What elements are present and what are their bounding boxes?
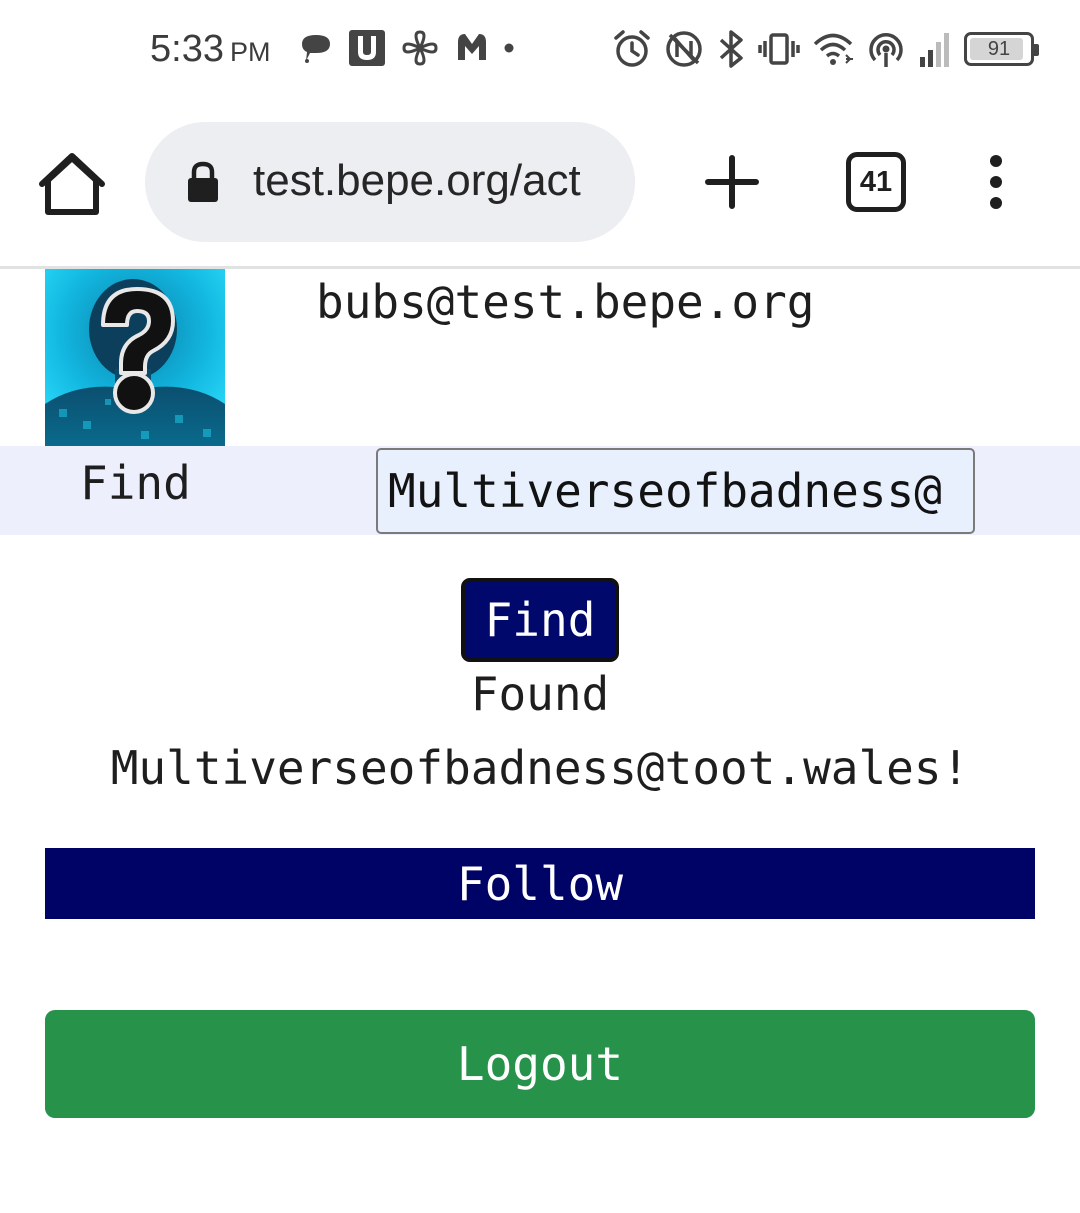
tab-switcher-icon[interactable]: 41 (846, 152, 906, 212)
avatar (45, 269, 225, 446)
tab-count: 41 (859, 165, 893, 198)
pinwheel-icon (400, 28, 440, 68)
new-tab-button[interactable] (700, 150, 764, 214)
user-email: bubs@test.bepe.org (316, 275, 815, 329)
more-vert-icon[interactable] (974, 152, 1018, 212)
status-time-ampm: PM (229, 37, 271, 67)
url-fade (595, 122, 635, 242)
malwarebytes-icon (454, 30, 490, 66)
browser-toolbar: test.bepe.org/act 41 (0, 100, 1080, 266)
home-button[interactable] (36, 148, 108, 218)
find-button[interactable]: Find (461, 578, 619, 662)
logout-button[interactable]: Logout (45, 1010, 1035, 1118)
lock-icon (188, 161, 218, 202)
alarm-icon (612, 29, 652, 69)
follow-button[interactable]: Follow (45, 848, 1035, 919)
status-time-value: 5:33 (150, 28, 224, 70)
found-message-account: Multiverseofbadness@toot.wales! (110, 741, 970, 795)
address-bar[interactable]: test.bepe.org/act (145, 122, 635, 242)
u-app-icon (348, 29, 386, 67)
cell-signal-icon (918, 29, 952, 69)
hotspot-icon (866, 29, 906, 69)
notification-icons (298, 28, 514, 68)
chat-bubble-icon (298, 30, 334, 66)
find-row: Find (0, 446, 1080, 535)
bluetooth-icon (716, 29, 746, 69)
vibrate-icon (758, 29, 800, 69)
more-notifications-dot-icon (504, 43, 514, 53)
find-input[interactable] (376, 448, 975, 534)
battery-icon: 91 (964, 32, 1039, 66)
page-content: bubs@test.bepe.org Find Find Found Multi… (0, 269, 1080, 1213)
status-clock: 5:33 PM (150, 28, 270, 71)
system-status-icons: 91 (612, 27, 1039, 71)
find-label: Find (80, 456, 191, 510)
plus-icon (705, 155, 759, 209)
status-bar: 5:33 PM 91 (0, 0, 1080, 100)
found-message-prefix: Found (470, 667, 610, 721)
nfc-icon (664, 29, 704, 69)
home-icon (39, 153, 105, 215)
battery-level: 91 (987, 37, 1011, 60)
url-text[interactable]: test.bepe.org/act (253, 156, 613, 206)
wifi-icon (812, 29, 854, 69)
